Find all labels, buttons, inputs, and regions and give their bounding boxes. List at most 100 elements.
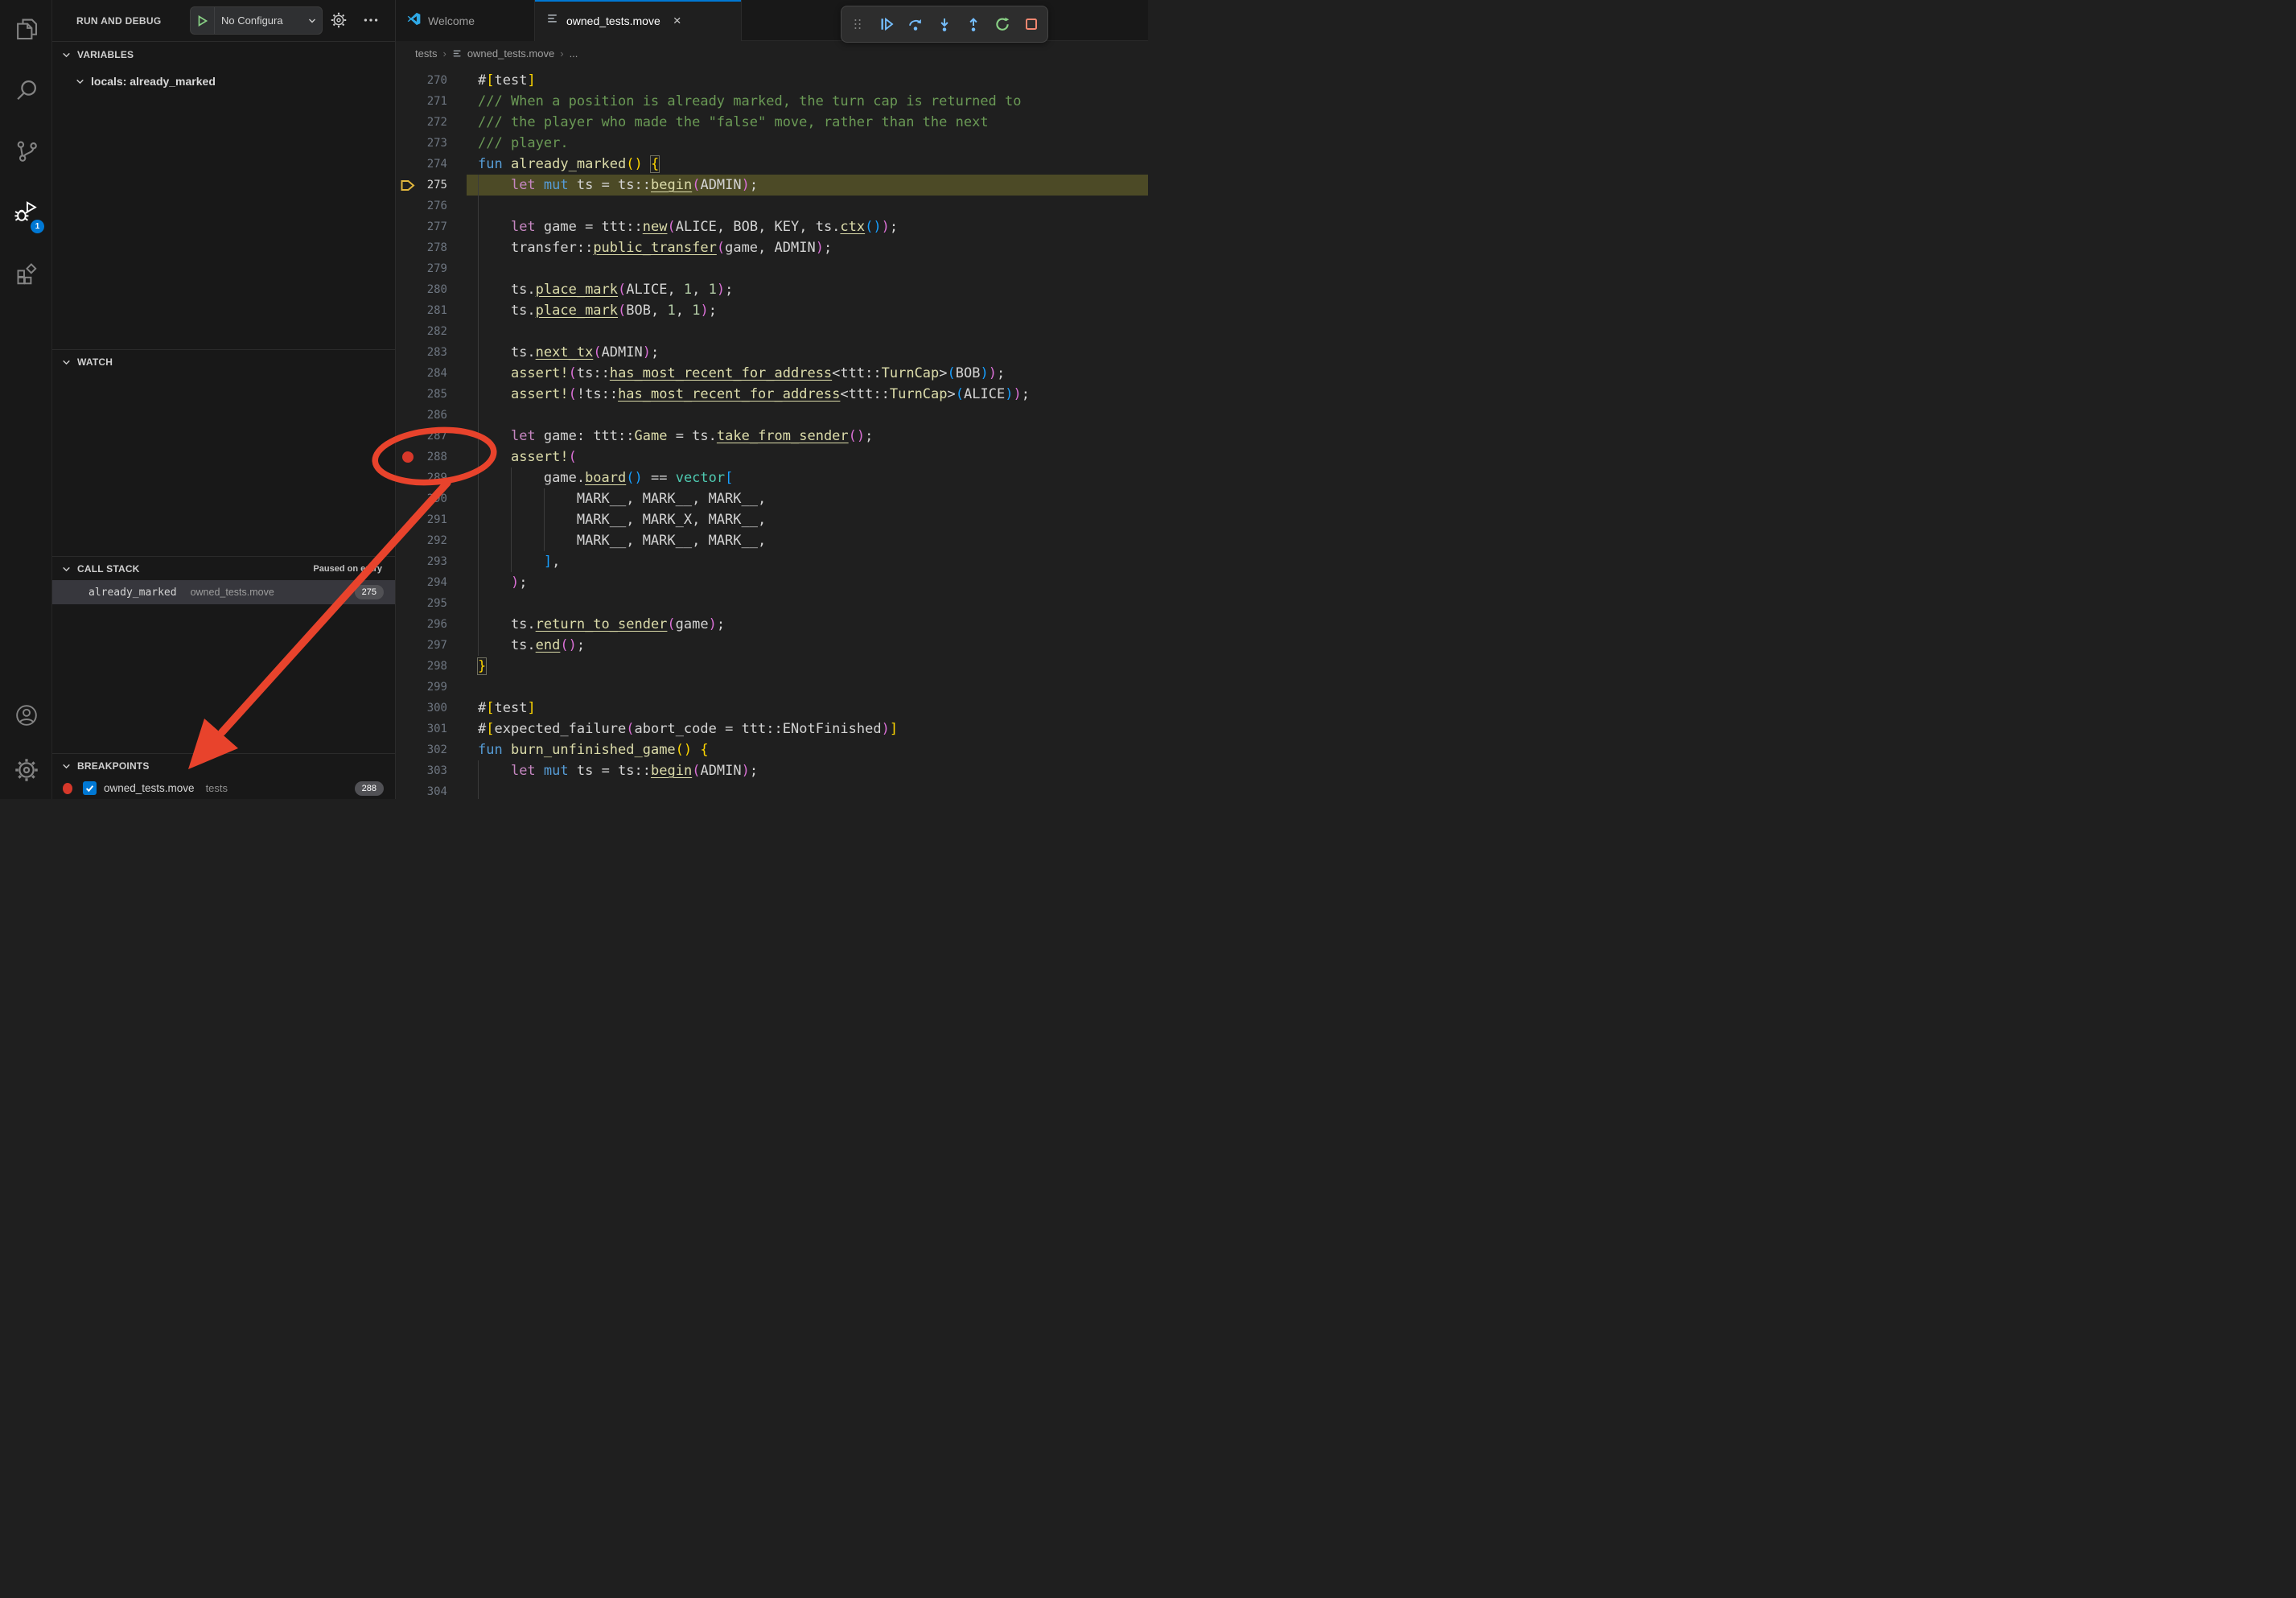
- code-line[interactable]: 283 ts.next_tx(ADMIN);: [396, 342, 1148, 363]
- gutter-glyph-margin[interactable]: [396, 635, 420, 656]
- gutter-glyph-margin[interactable]: [396, 175, 420, 196]
- line-number[interactable]: 290: [420, 488, 447, 509]
- gutter-glyph-margin[interactable]: [396, 133, 420, 154]
- code-line-content[interactable]: /// When a position is already marked, t…: [467, 91, 1148, 112]
- line-number[interactable]: 284: [420, 363, 447, 384]
- gutter-glyph-margin[interactable]: [396, 488, 420, 509]
- code-line-content[interactable]: let mut ts = ts::begin(ADMIN);: [467, 760, 1148, 781]
- code-line-content[interactable]: ts.place_mark(ALICE, 1, 1);: [467, 279, 1148, 300]
- code-line-content[interactable]: assert!(!ts::has_most_recent_for_address…: [467, 384, 1148, 405]
- code-line-content[interactable]: [467, 321, 1148, 342]
- code-line[interactable]: 272/// the player who made the "false" m…: [396, 112, 1148, 133]
- code-line[interactable]: 294 );: [396, 572, 1148, 593]
- section-header-watch[interactable]: WATCH: [52, 352, 395, 372]
- gutter-glyph-margin[interactable]: [396, 405, 420, 426]
- code-line-content[interactable]: [467, 781, 1148, 799]
- code-line[interactable]: 277 let game = ttt::new(ALICE, BOB, KEY,…: [396, 216, 1148, 237]
- line-number[interactable]: 272: [420, 112, 447, 133]
- code-line-content[interactable]: ts.next_tx(ADMIN);: [467, 342, 1148, 363]
- line-number[interactable]: 302: [420, 739, 447, 760]
- call-stack-frame[interactable]: already_marked owned_tests.move 275: [52, 580, 395, 604]
- line-number[interactable]: 297: [420, 635, 447, 656]
- line-number[interactable]: 295: [420, 593, 447, 614]
- code-line[interactable]: 304: [396, 781, 1148, 799]
- line-number[interactable]: 301: [420, 719, 447, 739]
- gutter-glyph-margin[interactable]: [396, 509, 420, 530]
- sidebar-item-extensions[interactable]: [0, 245, 52, 306]
- tab-owned-tests[interactable]: owned_tests.move ×: [535, 0, 742, 41]
- code-line[interactable]: 295: [396, 593, 1148, 614]
- gutter-glyph-margin[interactable]: [396, 196, 420, 216]
- gutter-glyph-margin[interactable]: [396, 363, 420, 384]
- account-button[interactable]: [0, 690, 52, 744]
- line-number[interactable]: 304: [420, 781, 447, 799]
- breadcrumb-file[interactable]: owned_tests.move: [467, 47, 554, 60]
- debug-config-dropdown[interactable]: No Configura: [190, 6, 323, 35]
- gutter-glyph-margin[interactable]: [396, 384, 420, 405]
- gutter-glyph-margin[interactable]: [396, 593, 420, 614]
- variables-scope-row[interactable]: locals: already_marked: [52, 71, 395, 92]
- code-line[interactable]: 303 let mut ts = ts::begin(ADMIN);: [396, 760, 1148, 781]
- code-line-content[interactable]: ts.place_mark(BOB, 1, 1);: [467, 300, 1148, 321]
- line-number[interactable]: 277: [420, 216, 447, 237]
- code-line-content[interactable]: #[test]: [467, 698, 1148, 719]
- stop-button[interactable]: [1018, 10, 1044, 38]
- breakpoint-checkbox[interactable]: [83, 781, 97, 795]
- code-line[interactable]: 301#[expected_failure(abort_code = ttt::…: [396, 719, 1148, 739]
- gutter-glyph-margin[interactable]: [396, 739, 420, 760]
- line-number[interactable]: 293: [420, 551, 447, 572]
- breakpoint-dot-icon[interactable]: [402, 451, 414, 463]
- code-line[interactable]: 280 ts.place_mark(ALICE, 1, 1);: [396, 279, 1148, 300]
- gutter-glyph-margin[interactable]: [396, 467, 420, 488]
- code-line[interactable]: 282: [396, 321, 1148, 342]
- line-number[interactable]: 303: [420, 760, 447, 781]
- gutter-glyph-margin[interactable]: [396, 677, 420, 698]
- line-number[interactable]: 288: [420, 447, 447, 467]
- gutter-glyph-margin[interactable]: [396, 760, 420, 781]
- gutter-glyph-margin[interactable]: [396, 614, 420, 635]
- line-number[interactable]: 280: [420, 279, 447, 300]
- gutter-glyph-margin[interactable]: [396, 447, 420, 467]
- gutter-glyph-margin[interactable]: [396, 572, 420, 593]
- line-number[interactable]: 298: [420, 656, 447, 677]
- gutter-glyph-margin[interactable]: [396, 258, 420, 279]
- code-line[interactable]: 271/// When a position is already marked…: [396, 91, 1148, 112]
- gutter-glyph-margin[interactable]: [396, 279, 420, 300]
- code-line-content[interactable]: [467, 405, 1148, 426]
- line-number[interactable]: 292: [420, 530, 447, 551]
- code-line-content[interactable]: );: [467, 572, 1148, 593]
- step-out-button[interactable]: [961, 10, 986, 38]
- code-line-content[interactable]: MARK__, MARK__, MARK__,: [467, 488, 1148, 509]
- line-number[interactable]: 275: [420, 175, 447, 196]
- code-line[interactable]: 274fun already_marked() {: [396, 154, 1148, 175]
- code-line[interactable]: 299: [396, 677, 1148, 698]
- gutter-glyph-margin[interactable]: [396, 530, 420, 551]
- code-line-content[interactable]: ],: [467, 551, 1148, 572]
- line-number[interactable]: 283: [420, 342, 447, 363]
- code-line[interactable]: 288 assert!(: [396, 447, 1148, 467]
- code-line-content[interactable]: ts.return_to_sender(game);: [467, 614, 1148, 635]
- code-line[interactable]: 276: [396, 196, 1148, 216]
- code-line[interactable]: 291 MARK__, MARK_X, MARK__,: [396, 509, 1148, 530]
- gutter-glyph-margin[interactable]: [396, 91, 420, 112]
- gutter-glyph-margin[interactable]: [396, 719, 420, 739]
- line-number[interactable]: 285: [420, 384, 447, 405]
- line-number[interactable]: 289: [420, 467, 447, 488]
- breadcrumb-tests[interactable]: tests: [415, 47, 437, 60]
- line-number[interactable]: 286: [420, 405, 447, 426]
- gutter-glyph-margin[interactable]: [396, 237, 420, 258]
- code-line[interactable]: 292 MARK__, MARK__, MARK__,: [396, 530, 1148, 551]
- code-line-content[interactable]: #[test]: [467, 70, 1148, 91]
- gutter-glyph-margin[interactable]: [396, 154, 420, 175]
- code-line[interactable]: 293 ],: [396, 551, 1148, 572]
- step-into-button[interactable]: [932, 10, 957, 38]
- code-line-content[interactable]: /// player.: [467, 133, 1148, 154]
- restart-button[interactable]: [990, 10, 1015, 38]
- code-line-content[interactable]: }: [467, 656, 1148, 677]
- code-line-content[interactable]: assert!(: [467, 447, 1148, 467]
- code-line[interactable]: 287 let game: ttt::Game = ts.take_from_s…: [396, 426, 1148, 447]
- code-line-content[interactable]: [467, 258, 1148, 279]
- code-line-content[interactable]: MARK__, MARK__, MARK__,: [467, 530, 1148, 551]
- code-line[interactable]: 285 assert!(!ts::has_most_recent_for_add…: [396, 384, 1148, 405]
- code-line[interactable]: 286: [396, 405, 1148, 426]
